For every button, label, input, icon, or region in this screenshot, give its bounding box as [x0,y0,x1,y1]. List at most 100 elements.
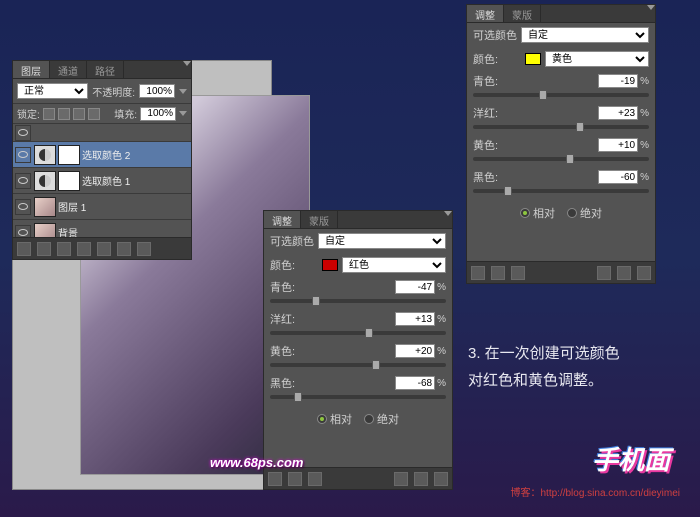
yellow-slider: 黄色:% [467,135,655,167]
new-layer-icon[interactable] [117,242,131,256]
trash-icon[interactable] [137,242,151,256]
return-icon[interactable] [268,472,282,486]
slider-thumb-icon[interactable] [576,122,584,132]
fill-input[interactable] [140,107,176,121]
color-select[interactable]: 黄色 [545,51,649,67]
view-icon[interactable] [491,266,505,280]
cyan-input[interactable] [395,280,435,294]
adjustment-thumb-icon [34,145,56,165]
color-label: 颜色: [473,51,521,67]
blend-mode-select[interactable]: 正常 [17,83,88,99]
yellow-input[interactable] [598,138,638,152]
slider-thumb-icon[interactable] [365,328,373,338]
mask-icon[interactable] [57,242,71,256]
tab-adjustments[interactable]: 调整 [467,5,504,22]
instruction-line2: 对红色和黄色调整。 [468,367,620,394]
tab-layers[interactable]: 图层 [13,61,50,78]
magenta-input[interactable] [395,312,435,326]
visibility-icon[interactable] [15,147,31,163]
layer-name: 图层 1 [58,199,86,214]
percent-symbol: % [640,76,649,87]
preset-select[interactable]: 自定 [318,233,446,249]
adj-tabs: 调整 蒙版 [467,5,655,23]
link-icon[interactable] [17,242,31,256]
lock-all-icon[interactable] [88,108,100,120]
absolute-radio[interactable]: 绝对 [567,205,602,221]
slider-thumb-icon[interactable] [566,154,574,164]
slider-track[interactable] [270,363,446,367]
visibility-icon[interactable] [15,199,31,215]
slider-track[interactable] [270,395,446,399]
slider-track[interactable] [473,93,649,97]
fill-label: 填充: [114,106,137,121]
lock-transparency-icon[interactable] [43,108,55,120]
slider-thumb-icon[interactable] [294,392,302,402]
slider-thumb-icon[interactable] [539,90,547,100]
layer-row[interactable]: 选取颜色 1 [13,168,191,194]
slider-thumb-icon[interactable] [372,360,380,370]
layers-controls: 正常 不透明度: [13,79,191,104]
layer-name: 选取颜色 2 [82,147,130,162]
panel-menu-icon[interactable] [444,211,452,216]
reset-icon[interactable] [617,266,631,280]
reset-icon[interactable] [414,472,428,486]
trash-icon[interactable] [434,472,448,486]
relative-radio[interactable]: 相对 [520,205,555,221]
visibility-icon[interactable] [15,173,31,189]
slider-thumb-icon[interactable] [504,186,512,196]
yellow-slider: 黄色:% [264,341,452,373]
adj-footer [467,261,655,283]
fx-icon[interactable] [37,242,51,256]
folder-icon[interactable] [97,242,111,256]
black-input[interactable] [395,376,435,390]
eye-icon[interactable] [597,266,611,280]
slider-thumb-icon[interactable] [312,296,320,306]
black-input[interactable] [598,170,638,184]
absolute-label: 绝对 [377,411,399,427]
instruction-line1: 3. 在一次创建可选颜色 [468,340,620,367]
lock-position-icon[interactable] [73,108,85,120]
tab-mask[interactable]: 蒙版 [504,5,541,22]
mode-radios: 相对 绝对 [264,405,452,433]
slider-track[interactable] [270,331,446,335]
panel-menu-icon[interactable] [647,5,655,10]
slider-track[interactable] [473,125,649,129]
preset-select[interactable]: 自定 [521,27,649,43]
relative-radio[interactable]: 相对 [317,411,352,427]
layer-row[interactable] [13,124,191,142]
magenta-slider: 洋红:% [467,103,655,135]
lock-pixels-icon[interactable] [58,108,70,120]
panel-menu-icon[interactable] [183,61,191,66]
slider-track[interactable] [270,299,446,303]
magenta-input[interactable] [598,106,638,120]
tab-channels[interactable]: 通道 [50,61,87,78]
preset-row: 可选颜色 自定 [467,23,655,47]
adjustment-icon[interactable] [77,242,91,256]
yellow-input[interactable] [395,344,435,358]
layer-row[interactable]: 选取颜色 2 [13,142,191,168]
trash-icon[interactable] [637,266,651,280]
color-select[interactable]: 红色 [342,257,446,273]
absolute-radio[interactable]: 绝对 [364,411,399,427]
fill-flyout-icon[interactable] [179,111,187,116]
slider-track[interactable] [473,157,649,161]
slider-track[interactable] [473,189,649,193]
layer-row[interactable]: 图层 1 [13,194,191,220]
visibility-icon[interactable] [15,125,31,141]
clip-icon[interactable] [511,266,525,280]
cyan-input[interactable] [598,74,638,88]
opacity-input[interactable] [139,84,175,98]
tab-mask[interactable]: 蒙版 [301,211,338,228]
clip-icon[interactable] [308,472,322,486]
black-slider: 黑色:% [264,373,452,405]
adjustments-panel-yellow: 调整 蒙版 可选颜色 自定 颜色: 黄色 青色:% 洋红:% 黄色:% 黑色:%… [466,4,656,284]
view-icon[interactable] [288,472,302,486]
layers-panel: 图层 通道 路径 正常 不透明度: 锁定: 填充: 选取颜色 2 [12,60,192,260]
tab-paths[interactable]: 路径 [87,61,124,78]
return-icon[interactable] [471,266,485,280]
tab-adjustments[interactable]: 调整 [264,211,301,228]
eye-icon[interactable] [394,472,408,486]
opacity-flyout-icon[interactable] [179,89,187,94]
radio-icon [567,208,577,218]
relative-label: 相对 [533,205,555,221]
